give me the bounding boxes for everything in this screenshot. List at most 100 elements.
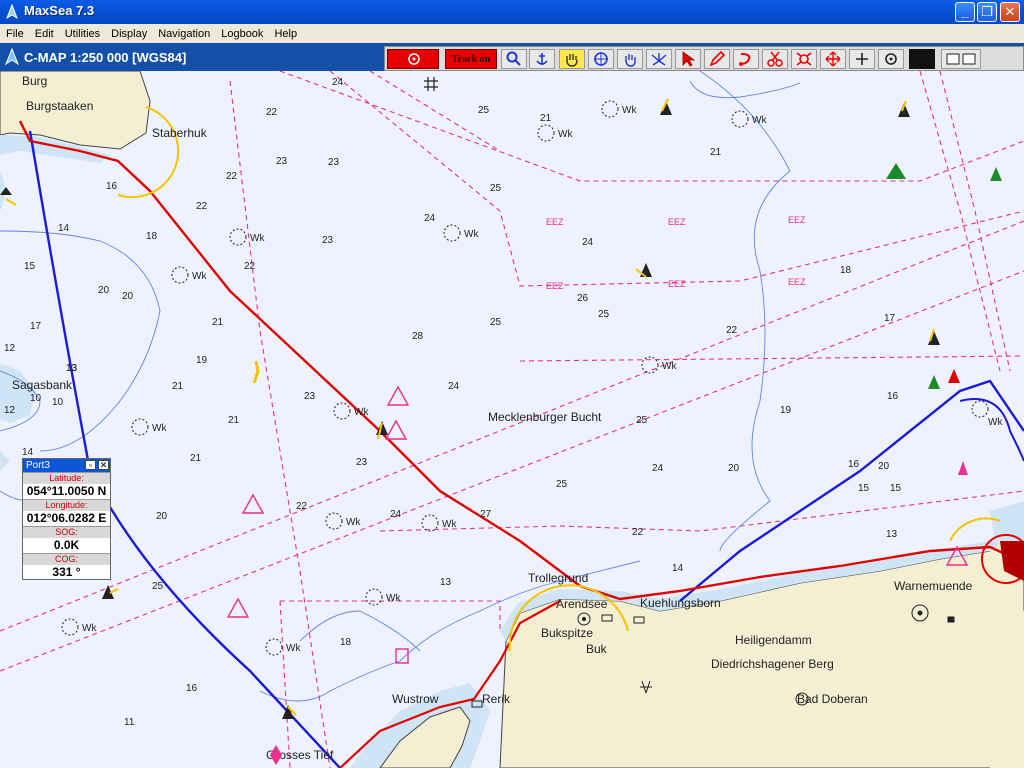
svg-text:24: 24: [652, 463, 664, 474]
zoom-button[interactable]: [501, 49, 527, 69]
svg-text:Wk: Wk: [346, 517, 361, 528]
svg-text:24: 24: [332, 77, 344, 88]
place-diedrichshagener-berg: Diedrichshagener Berg: [711, 657, 834, 671]
port3-title-bar[interactable]: Port3 ▫ ✕: [23, 459, 110, 472]
svg-text:Wk: Wk: [662, 361, 677, 372]
svg-text:27: 27: [480, 509, 492, 520]
latitude-label: Latitude:: [23, 472, 110, 484]
place-kuehlungsborn: Kuehlungsborn: [640, 596, 721, 610]
svg-text:25: 25: [636, 415, 648, 426]
compass-button[interactable]: [646, 49, 672, 69]
menu-logbook[interactable]: Logbook: [215, 25, 268, 40]
svg-text:17: 17: [30, 321, 42, 332]
menu-edit[interactable]: Edit: [29, 25, 59, 40]
anchor-icon: [536, 53, 548, 65]
longitude-value: 012°06.0282 E: [26, 511, 107, 525]
svg-text:16: 16: [106, 181, 118, 192]
port3-restore-button[interactable]: ▫: [85, 460, 96, 470]
svg-text:22: 22: [296, 501, 308, 512]
svg-text:22: 22: [196, 201, 208, 212]
grab-hand-icon: [625, 54, 636, 67]
route-button[interactable]: [733, 49, 759, 69]
close-button[interactable]: ✕: [1000, 2, 1020, 22]
place-heiligendamm: Heiligendamm: [735, 633, 812, 647]
menu-utilities[interactable]: Utilities: [59, 25, 105, 40]
svg-text:12: 12: [4, 405, 16, 416]
svg-text:Wk: Wk: [152, 423, 167, 434]
svg-text:13: 13: [886, 529, 898, 540]
chart-scale-title: C-MAP 1:250 000 [WGS84]: [24, 50, 187, 65]
svg-text:23: 23: [356, 457, 368, 468]
svg-text:20: 20: [878, 461, 890, 472]
place-wustrow: Wustrow: [392, 692, 439, 706]
svg-text:14: 14: [22, 447, 34, 458]
display-mode-dark[interactable]: [909, 49, 935, 69]
pencil-button[interactable]: [704, 49, 730, 69]
grab-button[interactable]: [617, 49, 643, 69]
move-arrows-icon: [825, 51, 841, 67]
minimize-button[interactable]: _: [955, 2, 975, 22]
svg-text:20: 20: [122, 291, 134, 302]
add-mark-button[interactable]: [849, 49, 875, 69]
svg-text:25: 25: [490, 317, 502, 328]
anchor-button[interactable]: [529, 49, 555, 69]
sog-label: SOG:: [23, 526, 110, 538]
menu-navigation[interactable]: Navigation: [152, 25, 215, 40]
svg-text:17: 17: [884, 313, 896, 324]
svg-text:EEZ: EEZ: [788, 277, 806, 287]
svg-text:18: 18: [340, 637, 352, 648]
svg-text:EEZ: EEZ: [546, 281, 564, 291]
maxsea-app-icon: [6, 4, 18, 20]
plus-icon: [856, 53, 868, 65]
cog-value: 331 °: [52, 565, 81, 579]
scissors-button[interactable]: [762, 49, 788, 69]
menu-display[interactable]: Display: [105, 25, 152, 40]
place-burgstaaken: Burgstaaken: [26, 99, 93, 113]
svg-text:25: 25: [490, 183, 502, 194]
svg-text:25: 25: [478, 105, 490, 116]
svg-text:Wk: Wk: [442, 519, 457, 530]
place-warnemuende: Warnemuende: [894, 579, 973, 593]
port3-panel[interactable]: Port3 ▫ ✕ Latitude: 054°11.0050 N Longit…: [22, 458, 111, 580]
pan-hand-button[interactable]: [559, 49, 585, 69]
svg-text:Wk: Wk: [82, 623, 97, 634]
svg-text:15: 15: [858, 483, 870, 494]
window-title: MaxSea 7.3: [24, 3, 95, 18]
crosshair-button[interactable]: [588, 49, 614, 69]
nautical-chart[interactable]: EEZ EEZ EEZ EEZ EEZ EEZ Burg Burgstaaken…: [0, 71, 1024, 768]
chart-canvas[interactable]: EEZ EEZ EEZ EEZ EEZ EEZ Burg Burgstaaken…: [0, 71, 1024, 768]
port3-title: Port3: [26, 460, 50, 471]
svg-text:24: 24: [390, 509, 402, 520]
svg-text:EEZ: EEZ: [546, 217, 564, 227]
menu-bar: File Edit Utilities Display Navigation Logboo…: [0, 24, 1024, 43]
svg-text:20: 20: [156, 511, 168, 522]
window-layout-button[interactable]: [941, 49, 981, 69]
stop-target-button[interactable]: [387, 49, 439, 69]
svg-text:22: 22: [726, 325, 738, 336]
svg-text:26: 26: [577, 293, 589, 304]
svg-text:24: 24: [424, 213, 436, 224]
center-button[interactable]: [878, 49, 904, 69]
svg-text:13: 13: [66, 363, 78, 374]
move-button[interactable]: [820, 49, 846, 69]
place-buk: Buk: [586, 642, 608, 656]
restore-button[interactable]: ❐: [977, 2, 997, 22]
menu-help[interactable]: Help: [268, 25, 302, 40]
hand-icon: [566, 54, 578, 67]
svg-text:12: 12: [4, 343, 16, 354]
svg-text:Wk: Wk: [192, 271, 207, 282]
svg-text:25: 25: [152, 581, 164, 592]
svg-text:13: 13: [440, 577, 452, 588]
pointer-button[interactable]: [675, 49, 701, 69]
svg-text:10: 10: [30, 393, 42, 404]
svg-text:18: 18: [840, 265, 852, 276]
svg-text:21: 21: [172, 381, 184, 392]
waypoint-group-button[interactable]: [791, 49, 817, 69]
chart-window-icon: [4, 48, 20, 66]
svg-text:22: 22: [244, 261, 256, 272]
port3-close-button[interactable]: ✕: [98, 460, 109, 470]
svg-text:EEZ: EEZ: [668, 279, 686, 289]
track-on-button[interactable]: Track on: [445, 49, 497, 69]
menu-file[interactable]: File: [0, 25, 29, 40]
svg-text:23: 23: [304, 391, 316, 402]
